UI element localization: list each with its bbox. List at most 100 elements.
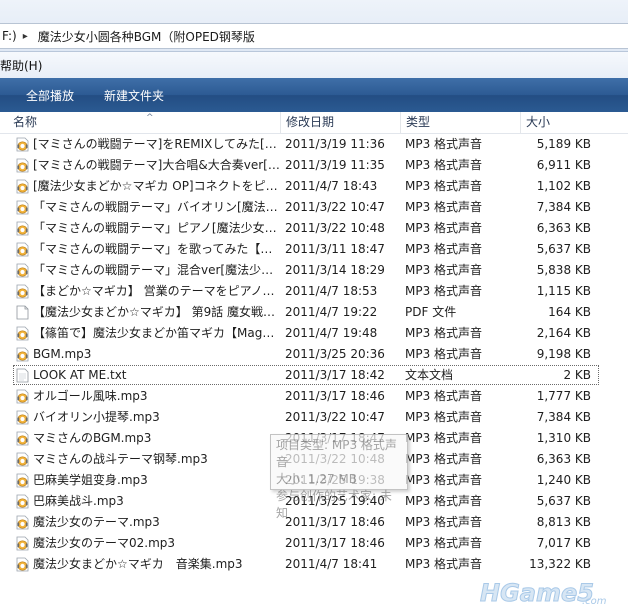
file-row[interactable]: 魔法少女のテーマ02.mp3 2011/3/17 18:46 MP3 格式声音 7,0… (0, 533, 628, 554)
file-type: MP3 格式声音 (405, 242, 483, 256)
address-bar-region: F:) ▸ 魔法少女小圆各种BGM（附OPED钢琴版 (0, 0, 628, 52)
breadcrumb-folder[interactable]: 魔法少女小圆各种BGM（附OPED钢琴版 (36, 28, 255, 45)
watermark-suffix: .com (582, 596, 607, 607)
file-size: 1,777 KB (536, 389, 591, 403)
watermark-text: HGame5 (480, 579, 594, 607)
file-name: BGM.mp3 (33, 347, 92, 361)
file-date: 2011/4/7 18:41 (285, 557, 378, 571)
file-size: 8,813 KB (536, 515, 591, 529)
file-row[interactable]: [マミさんの戦闘テーマ]をREMIXしてみた[… 2011/3/19 11:36 M… (0, 134, 628, 155)
file-row[interactable]: [マミさんの戦闘テーマ]大合唱&大合奏ver[… 2011/3/19 11:35 M… (0, 155, 628, 176)
file-type: MP3 格式声音 (405, 431, 483, 445)
file-date: 2011/4/7 18:43 (285, 179, 378, 193)
column-header: 名称 ^ 修改日期 类型 大小 (0, 112, 628, 134)
file-row[interactable]: 「マミさんの戦闘テーマ」バイオリン[魔法… 2011/3/22 10:47 MP3 … (0, 197, 628, 218)
file-type: MP3 格式声音 (405, 494, 483, 508)
file-row[interactable]: BGM.mp3 2011/3/25 20:36 MP3 格式声音 9,198 KB (0, 344, 628, 365)
file-size: 1,115 KB (536, 284, 591, 298)
audio-file-icon (15, 158, 30, 173)
file-name: 巴麻美学姐变身.mp3 (33, 473, 148, 487)
file-date: 2011/3/25 20:36 (285, 347, 385, 361)
play-all-button[interactable]: 全部播放 (26, 87, 74, 104)
column-header-type[interactable]: 类型 (401, 112, 521, 133)
file-size: 2,164 KB (536, 326, 591, 340)
pdf-file-icon (15, 305, 30, 320)
tooltip-line: 参与创作的艺术家: 未知 (276, 489, 392, 520)
audio-file-icon (15, 200, 30, 215)
file-size: 5,637 KB (536, 494, 591, 508)
menu-bar: 帮助(H) (0, 52, 628, 78)
column-header-name[interactable]: 名称 ^ (8, 112, 281, 133)
file-type: 文本文档 (405, 368, 454, 382)
file-row[interactable]: 「マミさんの戦闘テーマ」混合ver[魔法少… 2011/3/14 18:29 MP3… (0, 260, 628, 281)
audio-file-icon (15, 179, 30, 194)
breadcrumb-drive[interactable]: F:) (0, 29, 17, 43)
file-row[interactable]: 【篠笛で】魔法少女まどか笛マギカ【Mag… 2011/4/7 19:48 MP3 格… (0, 323, 628, 344)
file-type: MP3 格式声音 (405, 473, 483, 487)
file-row[interactable]: バイオリン小提琴.mp3 2011/3/22 10:47 MP3 格式声音 7,384… (0, 407, 628, 428)
file-row[interactable]: 「マミさんの戦闘テーマ」ピアノ[魔法少女… 2011/3/22 10:48 MP3 … (0, 218, 628, 239)
sort-ascending-icon: ^ (146, 113, 154, 123)
file-row[interactable]: [魔法少女まどか☆マギカ OP]コネクトをピ… 2011/4/7 18:43 MP3… (0, 176, 628, 197)
file-size: 7,384 KB (536, 410, 591, 424)
breadcrumb-chevron-icon[interactable]: ▸ (17, 31, 36, 42)
file-row[interactable]: 【魔法少女まどか☆マギカ】 第9話 魔女戦… 2011/4/7 19:22 PDF … (0, 302, 628, 323)
tooltip-line: 项目类型: MP3 格式声音 (276, 438, 397, 469)
audio-file-icon (15, 473, 30, 488)
column-date-label: 修改日期 (286, 115, 335, 129)
file-type: MP3 格式声音 (405, 326, 483, 340)
file-name: 「マミさんの戦闘テーマ」を歌ってみた【… (33, 242, 273, 256)
file-name: 魔法少女のテーマ.mp3 (33, 515, 160, 529)
file-date: 2011/3/22 10:47 (285, 410, 385, 424)
column-name-label: 名称 (13, 115, 38, 129)
audio-file-icon (15, 494, 30, 509)
column-size-label: 大小 (526, 115, 551, 129)
file-size: 1,102 KB (536, 179, 591, 193)
file-name: 「マミさんの戦闘テーマ」ピアノ[魔法少女… (33, 221, 277, 235)
file-name: 魔法少女のテーマ02.mp3 (33, 536, 176, 550)
file-size: 2 KB (563, 368, 591, 382)
file-name: 【篠笛で】魔法少女まどか笛マギカ【Mag… (33, 326, 275, 340)
audio-file-icon (15, 536, 30, 551)
file-size: 9,198 KB (536, 347, 591, 361)
file-row[interactable]: 【まどか☆マギカ】 営業のテーマをピアノ… 2011/4/7 18:53 MP3 格… (0, 281, 628, 302)
file-type: PDF 文件 (405, 305, 457, 319)
file-type: MP3 格式声音 (405, 200, 483, 214)
column-type-label: 类型 (406, 115, 431, 129)
file-size: 6,911 KB (536, 158, 591, 172)
file-name: 「マミさんの戦闘テーマ」バイオリン[魔法… (33, 200, 278, 214)
file-type: MP3 格式声音 (405, 410, 483, 424)
file-name: [マミさんの戦闘テーマ]大合唱&大合奏ver[… (33, 158, 279, 172)
file-size: 164 KB (548, 305, 591, 319)
column-header-date[interactable]: 修改日期 (281, 112, 401, 133)
file-row[interactable]: オルゴール風味.mp3 2011/3/17 18:46 MP3 格式声音 1,777 … (0, 386, 628, 407)
command-bar: 全部播放 新建文件夹 (0, 78, 628, 112)
file-date: 2011/3/19 11:36 (285, 137, 385, 151)
audio-file-icon (15, 284, 30, 299)
file-size: 5,189 KB (536, 137, 591, 151)
file-type: MP3 格式声音 (405, 221, 483, 235)
file-name: 魔法少女まどか☆マギカ 音楽集.mp3 (33, 557, 243, 571)
file-row[interactable]: LOOK AT ME.txt 2011/3/17 18:42 文本文档 2 KB (0, 365, 628, 386)
new-folder-button[interactable]: 新建文件夹 (104, 87, 164, 104)
file-info-tooltip: 项目类型: MP3 格式声音 大小: 1.27 MB 参与创作的艺术家: 未知 (270, 434, 408, 520)
menu-help[interactable]: 帮助(H) (0, 57, 46, 74)
file-type: MP3 格式声音 (405, 515, 483, 529)
file-size: 6,363 KB (536, 221, 591, 235)
file-date: 2011/3/14 18:29 (285, 263, 385, 277)
file-size: 13,322 KB (529, 557, 591, 571)
file-row[interactable]: 魔法少女まどか☆マギカ 音楽集.mp3 2011/4/7 18:41 MP3 格式声… (0, 554, 628, 575)
audio-file-icon (15, 242, 30, 257)
file-size: 1,310 KB (536, 431, 591, 445)
file-date: 2011/3/19 11:35 (285, 158, 385, 172)
audio-file-icon (15, 221, 30, 236)
file-type: MP3 格式声音 (405, 389, 483, 403)
audio-file-icon (15, 263, 30, 278)
file-row[interactable]: 「マミさんの戦闘テーマ」を歌ってみた【… 2011/3/11 18:47 MP3 格… (0, 239, 628, 260)
address-field[interactable]: F:) ▸ 魔法少女小圆各种BGM（附OPED钢琴版 (0, 23, 628, 49)
audio-file-icon (15, 452, 30, 467)
file-type: MP3 格式声音 (405, 263, 483, 277)
column-header-size[interactable]: 大小 (521, 112, 599, 133)
file-type: MP3 格式声音 (405, 536, 483, 550)
file-date: 2011/4/7 19:48 (285, 326, 378, 340)
